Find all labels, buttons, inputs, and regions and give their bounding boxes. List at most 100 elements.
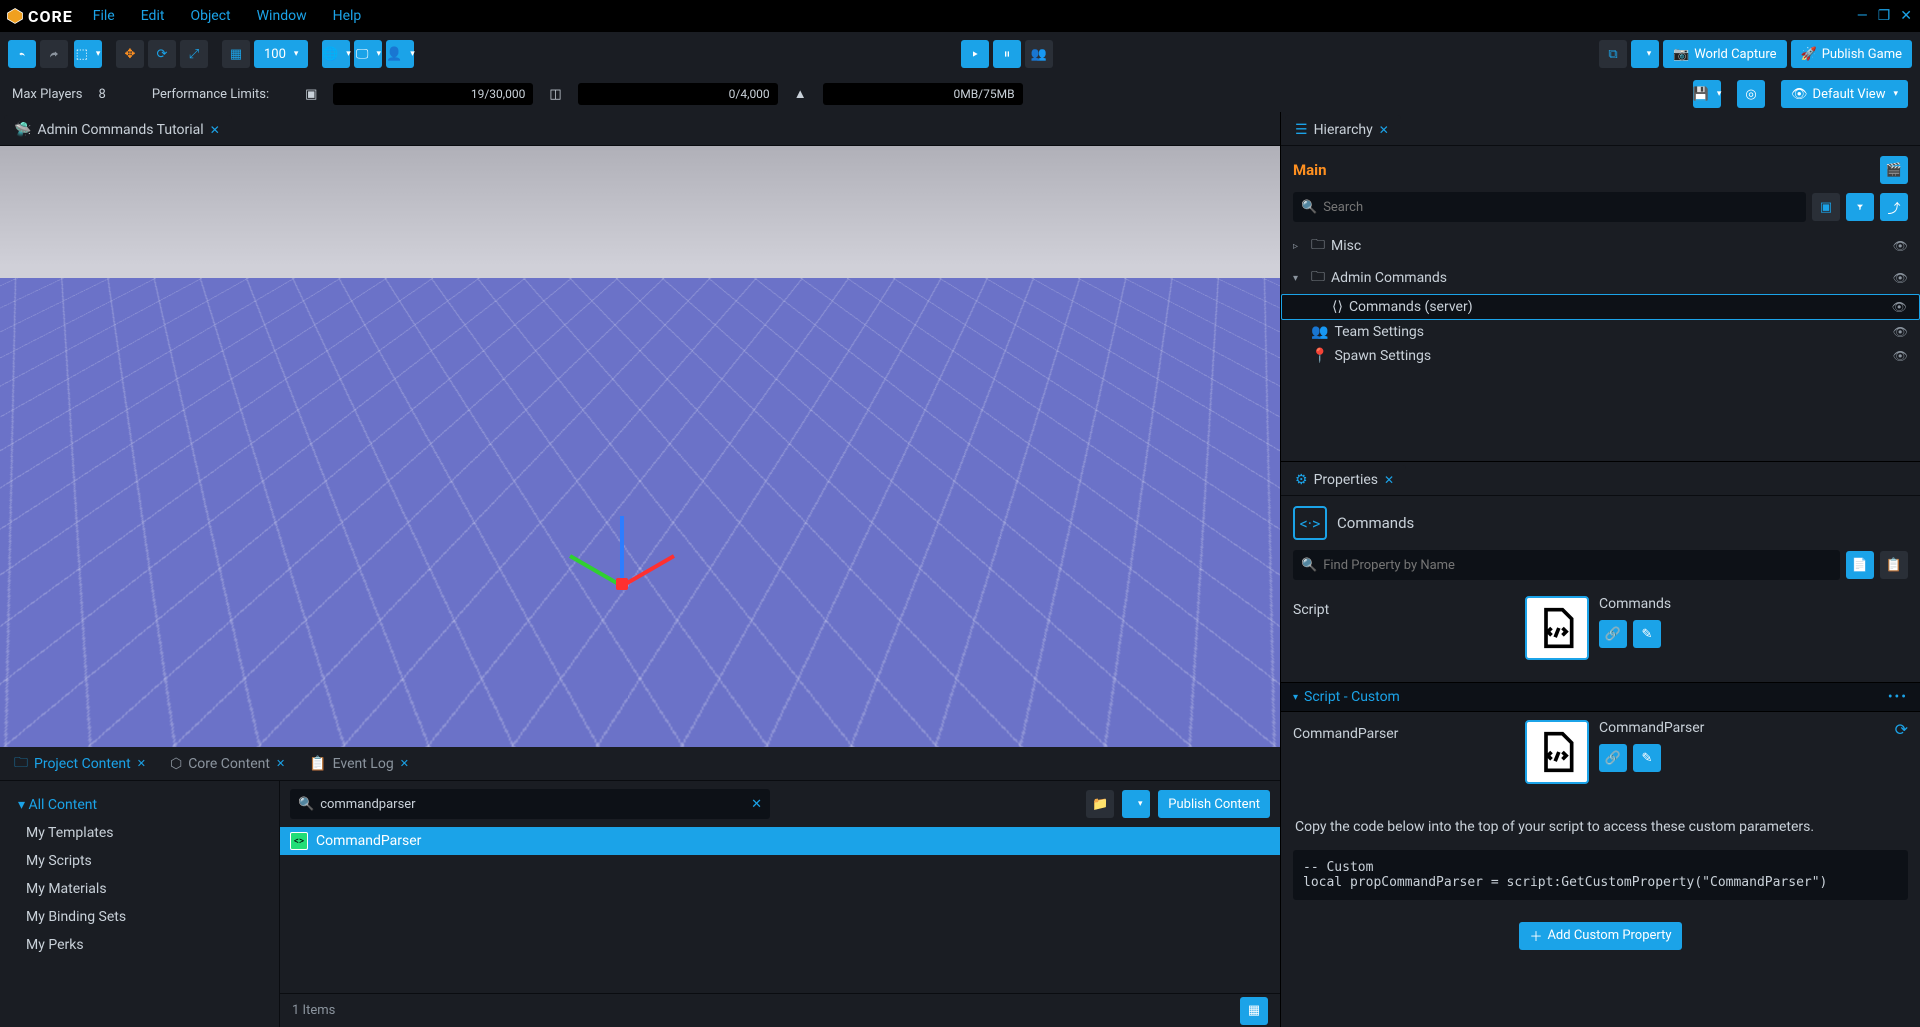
visibility-icon[interactable]: 👁 [1892, 300, 1907, 314]
edit-asset-button[interactable]: ✎ [1633, 620, 1661, 648]
gizmo-y-axis[interactable] [620, 516, 624, 586]
script-asset-thumb[interactable] [1525, 596, 1589, 660]
visibility-icon[interactable]: 👁 [1893, 349, 1908, 363]
bottom-tabbar: 🗀 Project Content ✕ ⬡ Core Content ✕ 📋 E… [0, 747, 1280, 781]
tree-root-all-content[interactable]: ▾ All Content [0, 791, 279, 819]
camera-options-button[interactable]: 👤 [386, 40, 414, 68]
screen-button[interactable]: ⧉ [1599, 40, 1627, 68]
locate-asset-button[interactable]: 🔗 [1599, 744, 1627, 772]
clear-search-icon[interactable]: ✕ [751, 797, 762, 812]
paste-button[interactable]: 📋 [1880, 551, 1908, 579]
menu-edit[interactable]: Edit [135, 4, 171, 28]
custom-asset-name: CommandParser [1599, 720, 1704, 736]
property-object-name: Commands [1337, 514, 1414, 532]
copy-button[interactable]: 📄 [1846, 551, 1874, 579]
settings-button[interactable] [1631, 40, 1659, 68]
menu-file[interactable]: File [87, 4, 121, 28]
scale-tool-button[interactable]: ⤢ [180, 40, 208, 68]
visibility-icon[interactable]: 👁 [1893, 325, 1908, 339]
content-search-input[interactable] [320, 797, 745, 812]
filter-button[interactable] [1122, 790, 1150, 818]
redo-button[interactable] [40, 40, 68, 68]
hierarchy-item[interactable]: 👥Team Settings👁 [1281, 320, 1920, 344]
hierarchy-item[interactable]: ▹🗀Misc👁 [1281, 230, 1920, 262]
visibility-icon[interactable]: 👁 [1893, 271, 1908, 285]
custom-asset-thumb[interactable] [1525, 720, 1589, 784]
custom-section-header[interactable]: ▾ Script - Custom ••• [1281, 682, 1920, 712]
move-tool-button[interactable]: ✥ [116, 40, 144, 68]
hierarchy-main-label: Main [1293, 161, 1327, 179]
gizmo-origin[interactable] [616, 578, 628, 590]
tab-event-log[interactable]: 📋 Event Log ✕ [299, 750, 419, 778]
close-icon[interactable]: ✕ [1898, 6, 1914, 26]
publish-game-button[interactable]: 🚀 Publish Game [1791, 40, 1913, 68]
clapperboard-button[interactable]: 🎬 [1880, 156, 1908, 184]
play-button[interactable] [961, 40, 989, 68]
content-list-item[interactable]: <> CommandParser [280, 827, 1280, 855]
minimize-icon[interactable]: — [1855, 6, 1870, 26]
grid-scale-button[interactable]: 100 [254, 40, 308, 68]
cube-button[interactable]: ▣ [1812, 193, 1840, 221]
tree-item[interactable]: My Materials [0, 875, 279, 903]
close-icon[interactable]: ✕ [400, 757, 409, 770]
viewport-tab[interactable]: 🛸 Admin Commands Tutorial ✕ [4, 115, 232, 145]
locate-asset-button[interactable]: 🔗 [1599, 620, 1627, 648]
properties-tab[interactable]: ⚙ Properties ✕ [1285, 465, 1406, 495]
rotate-tool-button[interactable]: ⟳ [148, 40, 176, 68]
close-icon[interactable]: ✕ [137, 757, 146, 770]
filter-button[interactable] [1846, 193, 1874, 221]
script-asset-name: Commands [1599, 596, 1671, 612]
close-icon[interactable]: ✕ [1384, 473, 1394, 487]
add-custom-property-button[interactable]: ＋ Add Custom Property [1519, 922, 1681, 950]
hierarchy-item-selected[interactable]: ⟨⟩Commands (server)👁 [1281, 294, 1920, 320]
tree-item[interactable]: My Templates [0, 819, 279, 847]
world-button[interactable]: 🌐 [322, 40, 350, 68]
mem-icon: ▲ [794, 86, 807, 102]
viewport-3d[interactable] [0, 146, 1280, 747]
grid-snap-button[interactable]: ▦ [222, 40, 250, 68]
tab-core-content[interactable]: ⬡ Core Content ✕ [160, 750, 295, 778]
upload-button[interactable]: ⤴ [1880, 193, 1908, 221]
grid-view-button[interactable]: ▦ [1240, 997, 1268, 1025]
tree-item[interactable]: My Perks [0, 931, 279, 959]
reset-property-icon[interactable]: ⟳ [1895, 720, 1908, 739]
property-search[interactable]: 🔍 [1293, 550, 1840, 580]
folder-button[interactable]: 📁 [1086, 790, 1114, 818]
content-search[interactable]: 🔍 ✕ [290, 789, 770, 819]
hierarchy-tab[interactable]: ☰ Hierarchy ✕ [1285, 115, 1401, 145]
hierarchy-item[interactable]: 📍Spawn Settings👁 [1281, 344, 1920, 368]
publish-content-button[interactable]: Publish Content [1158, 790, 1270, 818]
save-button[interactable]: 💾 [1693, 80, 1721, 108]
tab-project-content[interactable]: 🗀 Project Content ✕ [4, 746, 156, 782]
close-icon[interactable]: ✕ [1379, 123, 1389, 137]
property-search-input[interactable] [1323, 558, 1832, 573]
cube-icon: ▣ [305, 87, 317, 102]
hierarchy-search[interactable]: 🔍 [1293, 192, 1806, 222]
pause-button[interactable] [993, 40, 1021, 68]
section-menu-icon[interactable]: ••• [1888, 689, 1908, 705]
edit-asset-button[interactable]: ✎ [1633, 744, 1661, 772]
menu-help[interactable]: Help [327, 4, 368, 28]
tree-item[interactable]: My Scripts [0, 847, 279, 875]
net-icon: ◫ [549, 87, 561, 102]
custom-prop-code[interactable]: -- Custom local propCommandParser = scri… [1293, 850, 1908, 900]
hierarchy-item[interactable]: ▾🗀Admin Commands👁 [1281, 262, 1920, 294]
select-mode-button[interactable]: ⬚ [74, 40, 102, 68]
max-players-label: Max Players [12, 87, 83, 102]
tree-item[interactable]: My Binding Sets [0, 903, 279, 931]
close-icon[interactable]: ✕ [276, 757, 285, 770]
undo-button[interactable] [8, 40, 36, 68]
hierarchy-search-input[interactable] [1323, 200, 1798, 215]
script-type-icon: <·> [1293, 506, 1327, 540]
world-capture-button[interactable]: 📷 World Capture [1663, 40, 1787, 68]
target-button[interactable]: ◎ [1737, 80, 1765, 108]
multiplayer-preview-button[interactable]: 👥 [1025, 40, 1053, 68]
visibility-icon[interactable]: 👁 [1893, 239, 1908, 253]
menu-window[interactable]: Window [251, 4, 313, 28]
default-view-button[interactable]: 👁 Default View [1781, 80, 1908, 108]
maximize-icon[interactable]: ❐ [1876, 6, 1893, 26]
close-tab-icon[interactable]: ✕ [210, 123, 220, 137]
mem-limit: 0MB/75MB [823, 83, 1023, 105]
menu-object[interactable]: Object [184, 4, 236, 28]
gizmo-options-button[interactable]: 🖵 [354, 40, 382, 68]
